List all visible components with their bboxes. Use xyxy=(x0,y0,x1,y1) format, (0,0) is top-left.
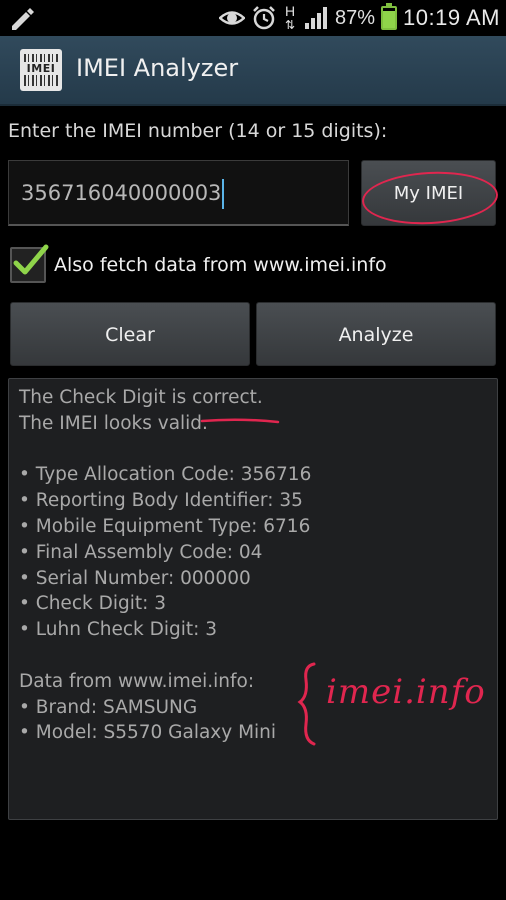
imei-input[interactable]: 356716040000003 xyxy=(8,160,349,226)
analyze-button[interactable]: Analyze xyxy=(256,302,496,366)
pencil-icon xyxy=(12,8,34,30)
battery-percent: 87% xyxy=(335,6,376,29)
clear-button[interactable]: Clear xyxy=(10,302,250,366)
fetch-data-checkbox-row[interactable]: Also fetch data from www.imei.info xyxy=(10,244,387,284)
my-imei-button[interactable]: My IMEI xyxy=(361,160,496,226)
app-title: IMEI Analyzer xyxy=(76,54,239,82)
annotation-handwritten-note: imei.info xyxy=(326,672,486,712)
result-field: • Reporting Body Identifier: 35 xyxy=(19,490,303,512)
status-bar: H ⇅ 87% 10:19 AM xyxy=(0,0,506,36)
results-panel: The Check Digit is correct. The IMEI loo… xyxy=(8,378,498,820)
action-bar: IMEI IMEI Analyzer xyxy=(0,36,506,106)
alarm-icon xyxy=(253,6,275,30)
result-field: • Check Digit: 3 xyxy=(19,593,166,615)
result-field: • Serial Number: 000000 xyxy=(19,567,251,589)
battery-icon xyxy=(381,3,398,30)
result-field: • Type Allocation Code: 356716 xyxy=(19,464,312,486)
check-digit-line: The Check Digit is correct. xyxy=(19,387,263,408)
external-field: • Model: S5570 Galaxy Mini xyxy=(19,722,277,744)
result-field: • Mobile Equipment Type: 6716 xyxy=(19,515,311,537)
signal-icon xyxy=(305,7,328,29)
validity-line: The IMEI looks valid. xyxy=(19,412,208,434)
result-field: • Final Assembly Code: 04 xyxy=(19,541,263,563)
status-clock: 10:19 AM xyxy=(403,5,500,30)
text-caret xyxy=(222,179,225,209)
app-logo-icon[interactable]: IMEI xyxy=(20,49,62,91)
eye-icon xyxy=(219,11,246,25)
imei-input-value: 356716040000003 xyxy=(21,181,222,205)
hspa-data-icon: H ⇅ xyxy=(284,2,296,32)
checkmark-icon xyxy=(13,244,49,275)
fetch-data-label[interactable]: Also fetch data from www.imei.info xyxy=(54,254,387,276)
imei-prompt-label: Enter the IMEI number (14 or 15 digits): xyxy=(8,120,388,142)
result-field: • Luhn Check Digit: 3 xyxy=(19,619,218,641)
fetch-data-checkbox[interactable] xyxy=(10,244,49,283)
check-digit-status: correct. xyxy=(192,387,263,408)
